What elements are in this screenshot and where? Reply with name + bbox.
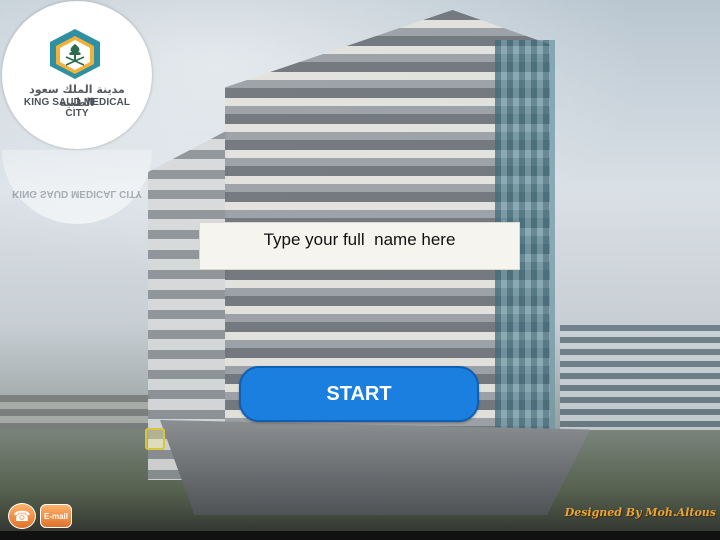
logo-badge: مدينة الملك سعود الطبية KING SAUD MEDICA… (2, 1, 152, 149)
logo-reflection (2, 150, 152, 224)
logo-reflection-text: KING SAUD MEDICAL CITY (12, 188, 142, 199)
name-field-container (199, 222, 520, 270)
phone-button[interactable]: ☎ (8, 503, 36, 529)
email-button[interactable]: E-mail (40, 504, 72, 528)
logo-reflection-circle (2, 150, 152, 224)
phone-icon: ☎ (13, 507, 31, 524)
tower-podium (160, 420, 590, 515)
logo-english-text: KING SAUD MEDICAL CITY (23, 97, 131, 119)
emblem-icon (50, 29, 100, 79)
window-marker-icon (145, 428, 165, 450)
full-name-input[interactable] (200, 223, 519, 269)
bottom-bar (0, 531, 720, 540)
background-building-right (560, 325, 720, 445)
start-button[interactable]: START (239, 366, 479, 422)
designer-credit: Designed By Moh.Altous (564, 506, 716, 519)
